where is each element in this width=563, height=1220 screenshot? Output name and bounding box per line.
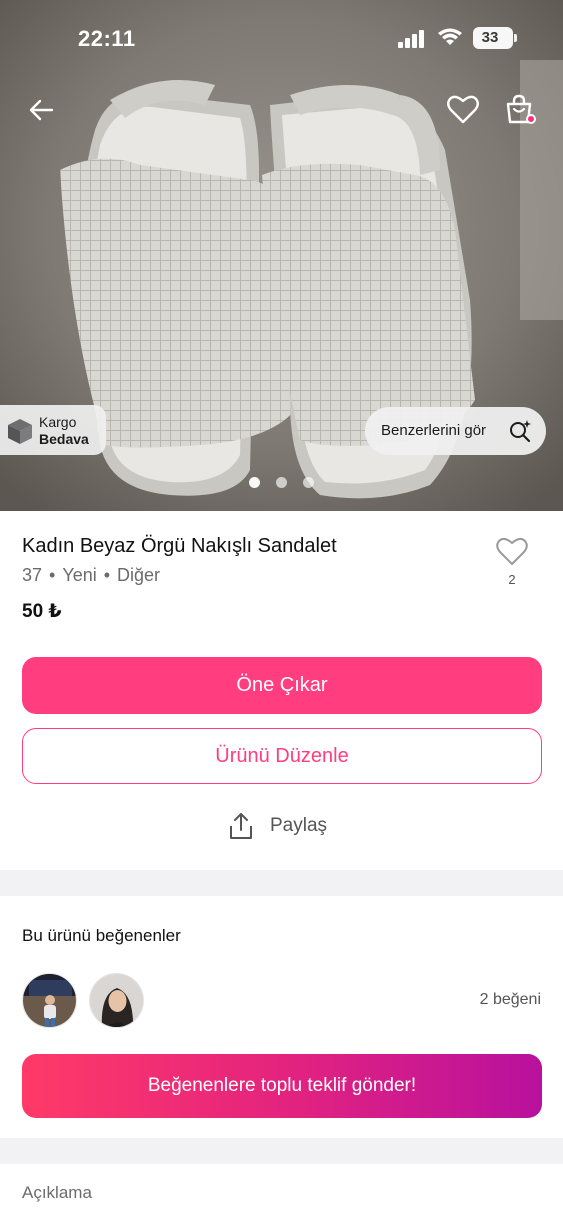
free-shipping-badge: Kargo Bedava	[0, 405, 106, 455]
product-size: 37	[22, 565, 43, 585]
meta-separator: •	[49, 565, 56, 585]
like-count: 2	[508, 572, 516, 587]
bulk-offer-button[interactable]: Beğenenlere toplu teklif gönder!	[22, 1054, 542, 1118]
see-similar-button[interactable]: Benzerlerini gör	[365, 407, 546, 455]
carousel-indicator	[247, 477, 317, 489]
wifi-icon	[438, 28, 462, 45]
carousel-dot[interactable]	[303, 477, 314, 488]
battery-level: 33	[481, 29, 499, 46]
battery-icon: 33	[473, 27, 513, 49]
sparkle-search-icon	[510, 420, 531, 443]
product-price: 50 ₺	[22, 601, 62, 622]
avatar-image	[23, 974, 76, 1027]
section-divider	[0, 870, 563, 896]
avatar-image	[90, 974, 143, 1027]
shopping-bag-icon[interactable]	[497, 88, 541, 132]
description-label: Açıklama	[22, 1183, 92, 1202]
product-brand: Diğer	[117, 565, 161, 585]
heart-icon[interactable]	[441, 88, 485, 132]
likes-count-text: 2 beğeni	[479, 991, 541, 1008]
product-condition: Yeni	[62, 565, 97, 585]
share-icon	[230, 813, 252, 839]
avatar[interactable]	[22, 973, 77, 1028]
promote-label: Öne Çıkar	[236, 674, 328, 696]
cargo-label: Kargo	[39, 414, 77, 430]
promote-button[interactable]: Öne Çıkar	[22, 657, 542, 714]
bulk-offer-label: Beğenenlere toplu teklif gönder!	[147, 1075, 417, 1096]
signal-icon	[398, 30, 424, 48]
likers-section-title: Bu ürünü beğenenler	[22, 926, 181, 945]
avatar[interactable]	[89, 973, 144, 1028]
battery-tip	[514, 34, 517, 42]
edit-product-label: Ürünü Düzenle	[215, 744, 349, 767]
package-icon	[8, 419, 32, 444]
edit-product-button[interactable]: Ürünü Düzenle	[22, 728, 542, 784]
product-title: Kadın Beyaz Örgü Nakışlı Sandalet	[22, 535, 337, 557]
see-similar-label: Benzerlerini gör	[381, 422, 487, 439]
free-label: Bedava	[39, 431, 89, 447]
like-heart-icon[interactable]	[495, 535, 529, 567]
status-time: 22:11	[78, 26, 136, 51]
cart-notification-dot	[526, 114, 536, 124]
product-image-carousel[interactable]: 22:11 33 Kargo Bedava Benzerlerini gör	[0, 0, 563, 511]
product-meta: 37 • Yeni • Diğer	[22, 565, 160, 586]
status-bar: 22:11 33	[0, 0, 563, 78]
share-label: Paylaş	[270, 815, 328, 836]
section-divider	[0, 1138, 563, 1164]
meta-separator: •	[103, 565, 111, 585]
share-button[interactable]: Paylaş	[228, 810, 348, 842]
back-arrow-icon[interactable]	[20, 88, 64, 132]
carousel-dot[interactable]	[276, 477, 287, 488]
carousel-dot[interactable]	[249, 477, 260, 488]
